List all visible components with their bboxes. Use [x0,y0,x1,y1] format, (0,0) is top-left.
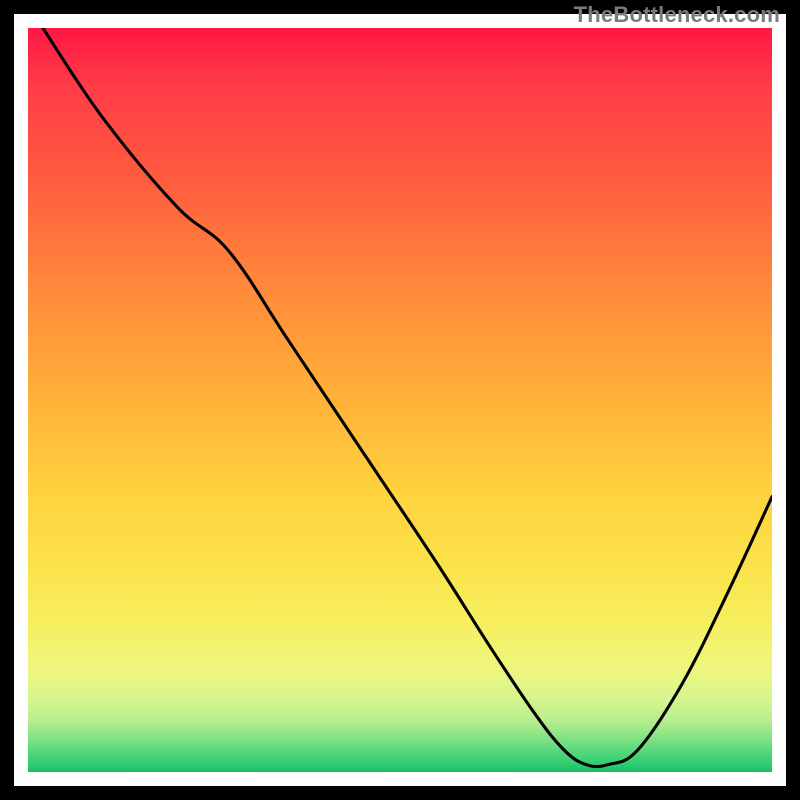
chart-frame [0,0,800,800]
plot-area [28,28,772,772]
bottleneck-curve [43,28,772,767]
curve-layer [28,28,772,772]
